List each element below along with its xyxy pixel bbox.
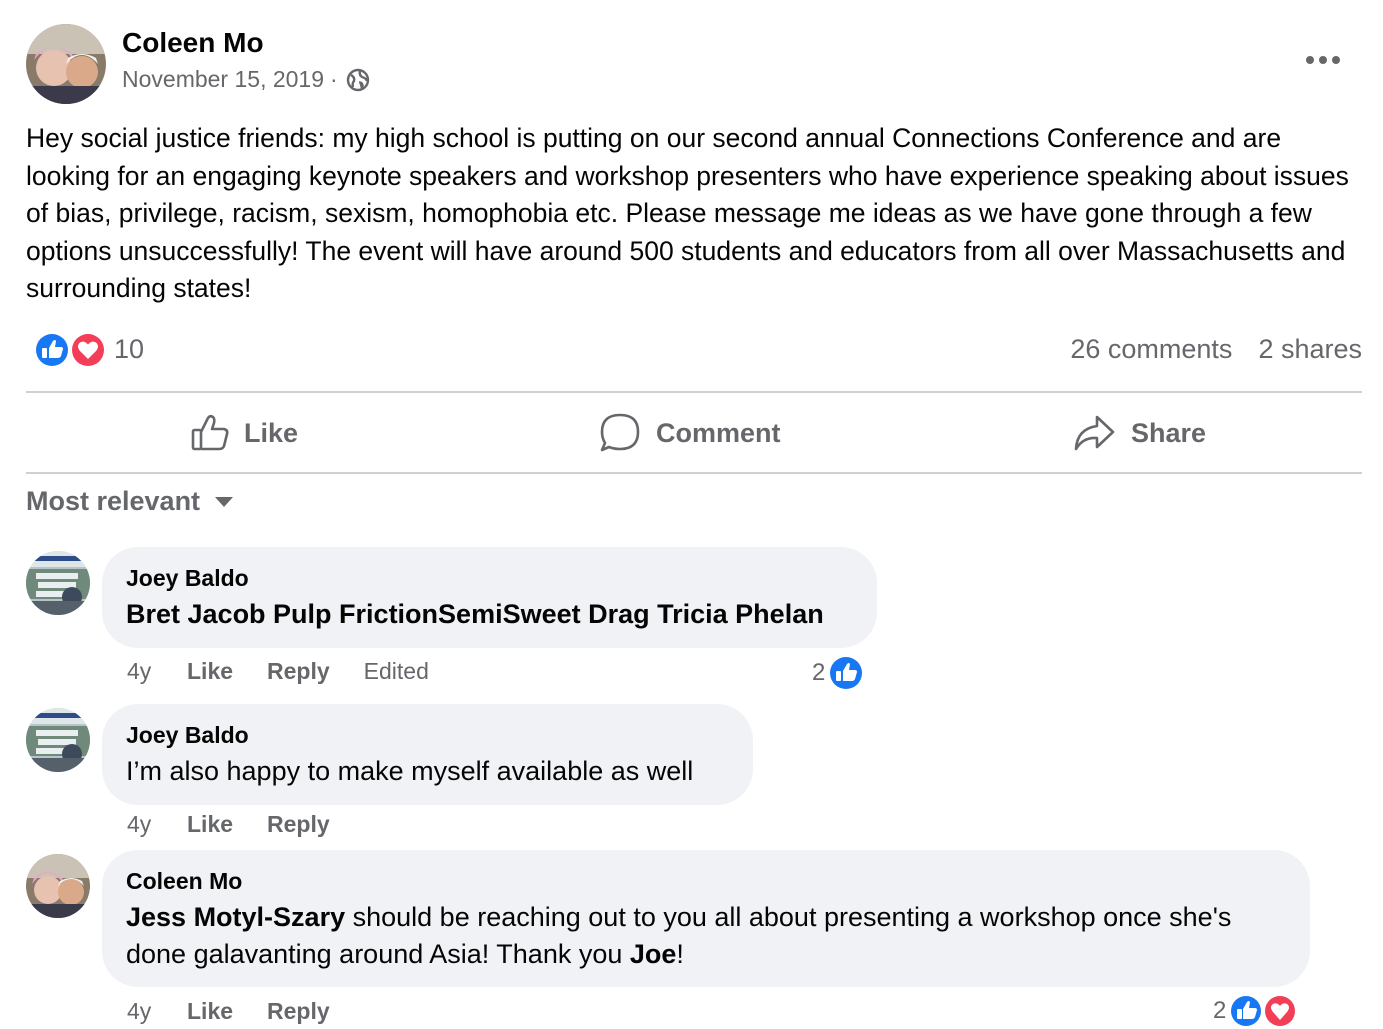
comment-text-part: ! — [676, 939, 684, 969]
divider — [26, 472, 1362, 474]
like-button[interactable]: Like — [190, 404, 298, 462]
post-author-name[interactable]: Coleen Mo — [122, 27, 264, 59]
comment-edited-label[interactable]: Edited — [364, 658, 429, 685]
comment-time[interactable]: 4y — [127, 658, 187, 685]
sort-label: Most relevant — [26, 486, 201, 516]
comment-bubble: Coleen Mo Jess Motyl-Szary should be rea… — [102, 850, 1310, 987]
comment-label: Comment — [656, 417, 781, 448]
engagement-counts: 26 comments 2 shares — [1070, 334, 1362, 365]
shares-count[interactable]: 2 shares — [1258, 334, 1362, 365]
share-button[interactable]: Share — [1073, 404, 1206, 462]
love-reaction-icon — [70, 332, 106, 368]
post-date[interactable]: November 15, 2019 — [122, 66, 324, 93]
comment-text[interactable]: I’m also happy to make myself available … — [126, 753, 729, 790]
comment-text[interactable]: Jess Motyl-Szary should be reaching out … — [126, 899, 1286, 973]
comment-reactions[interactable]: 2 — [1213, 993, 1298, 1029]
more-options-icon — [1306, 56, 1340, 64]
comment-bubble: Joey Baldo I’m also happy to make myself… — [102, 704, 753, 805]
comment-icon — [600, 413, 640, 452]
comment-button[interactable]: Comment — [598, 404, 781, 462]
comment-like-button[interactable]: Like — [187, 658, 233, 685]
like-reaction-icon — [1229, 994, 1264, 1028]
caret-down-icon — [215, 496, 234, 507]
comment-author-avatar[interactable] — [26, 551, 90, 615]
comment-reply-button[interactable]: Reply — [267, 998, 330, 1025]
reactions-row: 10 26 comments 2 shares — [26, 328, 1362, 372]
comment-actions: 4y Like Reply — [127, 998, 364, 1025]
mention-link[interactable]: Jess Motyl-Szary — [126, 902, 345, 932]
comment-author-avatar[interactable] — [26, 708, 90, 772]
comment-author-name[interactable]: Joey Baldo — [126, 563, 853, 593]
globe-icon — [346, 68, 370, 92]
thumbs-up-icon — [191, 414, 229, 451]
comment-time[interactable]: 4y — [127, 811, 187, 838]
share-icon — [1074, 415, 1115, 451]
comment-time[interactable]: 4y — [127, 998, 187, 1025]
comment-reaction-count: 2 — [812, 659, 826, 686]
divider — [26, 391, 1362, 393]
reaction-count[interactable]: 10 — [114, 334, 144, 365]
comment-bubble: Joey Baldo Bret Jacob Pulp FrictionSemiS… — [102, 547, 877, 648]
share-label: Share — [1131, 417, 1207, 448]
more-options-button[interactable] — [1301, 46, 1345, 74]
comment-actions: 4y Like Reply — [127, 811, 364, 838]
love-reaction-icon — [1263, 994, 1298, 1028]
like-label: Like — [244, 417, 299, 448]
comment-like-button[interactable]: Like — [187, 998, 233, 1025]
comment-author-avatar[interactable] — [26, 854, 90, 918]
comment-reply-button[interactable]: Reply — [267, 811, 330, 838]
comment-reaction-count: 2 — [1213, 997, 1227, 1024]
like-reaction-icon — [828, 655, 865, 691]
post-meta: November 15, 2019 · — [122, 66, 370, 93]
comment-text[interactable]: Bret Jacob Pulp FrictionSemiSweet Drag T… — [126, 596, 853, 633]
mention-link[interactable]: Joe — [630, 939, 677, 969]
like-reaction-icon — [34, 332, 70, 368]
comment-like-button[interactable]: Like — [187, 811, 233, 838]
comment-reactions[interactable]: 2 — [812, 654, 865, 692]
comment-actions: 4y Like Reply Edited — [127, 658, 429, 685]
reaction-icons — [1229, 994, 1298, 1028]
comment-sort-dropdown[interactable]: Most relevant — [26, 486, 234, 517]
comment-author-name[interactable]: Coleen Mo — [126, 866, 1286, 896]
reaction-icons[interactable] — [30, 330, 110, 370]
post-text: Hey social justice friends: my high scho… — [26, 123, 1349, 303]
comments-count[interactable]: 26 comments — [1070, 334, 1232, 365]
comment-author-name[interactable]: Joey Baldo — [126, 720, 729, 750]
meta-separator: · — [330, 66, 338, 92]
post-author-avatar[interactable] — [26, 24, 106, 104]
comment-reply-button[interactable]: Reply — [267, 658, 330, 685]
